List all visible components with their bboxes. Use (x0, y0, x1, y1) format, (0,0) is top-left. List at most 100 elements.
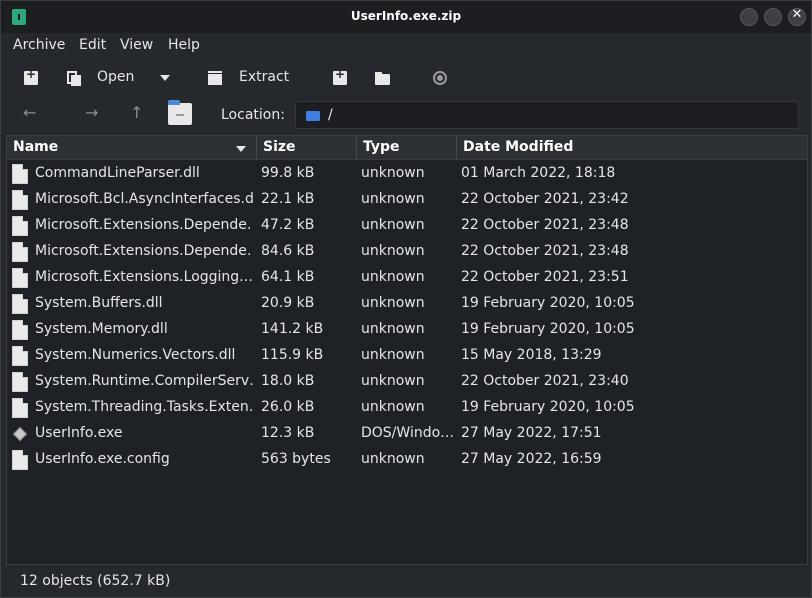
file-date: 22 October 2021, 23:42 (461, 191, 629, 207)
add-folder-shape (375, 74, 390, 85)
file-icon (12, 346, 28, 366)
file-row[interactable]: Microsoft.Extensions.Depende… 84.6 kB unkn… (7, 239, 807, 265)
toolbar: Open Extract (1, 61, 811, 95)
file-type: unknown (361, 269, 425, 285)
file-type: unknown (361, 399, 425, 415)
file-date: 27 May 2022, 17:51 (461, 425, 602, 441)
open-button[interactable] (67, 71, 81, 86)
add-folder-tab (375, 72, 382, 75)
new-archive-button[interactable] (24, 67, 38, 85)
file-icon (12, 294, 28, 314)
file-row[interactable]: CommandLineParser.dll 99.8 kB unknown 01 Ma… (7, 161, 807, 187)
sort-down-icon (236, 146, 246, 152)
file-icon (12, 164, 28, 184)
file-type: unknown (361, 243, 425, 259)
file-row[interactable]: Microsoft.Extensions.Logging.… 64.1 kB unk… (7, 265, 807, 291)
file-size: 47.2 kB (261, 217, 315, 233)
file-list[interactable]: Name Size Type Date Modified CommandLine… (6, 135, 808, 565)
file-date: 22 October 2021, 23:51 (461, 269, 629, 285)
file-name: Microsoft.Extensions.Depende… (35, 243, 253, 259)
extract-box (208, 74, 222, 85)
add-folder-icon[interactable] (375, 71, 390, 85)
file-date: 19 February 2020, 10:05 (461, 399, 635, 415)
file-date: 15 May 2018, 13:29 (461, 347, 602, 363)
file-row[interactable]: System.Numerics.Vectors.dll 115.9 kB unkno… (7, 343, 807, 369)
location-path: / (328, 107, 333, 123)
file-size: 26.0 kB (261, 399, 315, 415)
file-icon (12, 398, 28, 418)
stop-icon[interactable] (433, 71, 447, 85)
file-name: UserInfo.exe.config (35, 451, 170, 467)
file-row[interactable]: Microsoft.Bcl.AsyncInterfaces.dll 22.1 kB… (7, 187, 807, 213)
column-header-date[interactable]: Date Modified (457, 136, 807, 160)
maximize-button[interactable] (764, 8, 782, 26)
file-size: 22.1 kB (261, 191, 315, 207)
close-button[interactable]: ✕ (788, 7, 806, 26)
file-type: unknown (361, 321, 425, 337)
location-label: Location: (221, 107, 285, 123)
file-name: System.Numerics.Vectors.dll (35, 347, 236, 363)
file-date: 27 May 2022, 16:59 (461, 451, 602, 467)
add-files-icon[interactable] (333, 67, 347, 85)
file-row[interactable]: UserInfo.exe.config 563 bytes unknown 27 Ma… (7, 447, 807, 473)
file-size: 64.1 kB (261, 269, 315, 285)
file-row[interactable]: System.Buffers.dll 20.9 kB unknown 19 Febru… (7, 291, 807, 317)
file-row[interactable]: Microsoft.Extensions.Depende… 47.2 kB unkn… (7, 213, 807, 239)
column-header-name[interactable]: Name (7, 136, 257, 160)
up-arrow-icon[interactable]: ↑ (130, 103, 143, 122)
minimize-button[interactable] (740, 8, 758, 26)
column-header-row: Name Size Type Date Modified (7, 136, 807, 160)
file-date: 22 October 2021, 23:48 (461, 217, 629, 233)
file-type: unknown (361, 451, 425, 467)
extract-icon[interactable] (208, 71, 222, 85)
column-header-type[interactable]: Type (357, 136, 457, 160)
menu-bar: Archive Edit View Help (1, 33, 811, 59)
location-field[interactable]: / (295, 101, 799, 129)
file-icon (12, 190, 28, 210)
file-row[interactable]: System.Runtime.CompilerServ… 18.0 kB unkno… (7, 369, 807, 395)
file-name: UserInfo.exe (35, 425, 123, 441)
forward-arrow-icon[interactable]: → (85, 103, 98, 122)
location-bar: ← → ↑ Location: / (1, 97, 811, 133)
file-name: System.Runtime.CompilerServ… (35, 373, 253, 389)
open-label[interactable]: Open (97, 69, 134, 85)
back-arrow-icon[interactable]: ← (23, 103, 36, 122)
file-date: 22 October 2021, 23:48 (461, 243, 629, 259)
file-type: unknown (361, 217, 425, 233)
menu-archive[interactable]: Archive (13, 37, 65, 53)
file-row[interactable]: UserInfo.exe 12.3 kB DOS/Windo… 27 May 2022… (7, 421, 807, 447)
file-date: 22 October 2021, 23:40 (461, 373, 629, 389)
menu-edit[interactable]: Edit (79, 37, 106, 53)
menu-help[interactable]: Help (168, 37, 200, 53)
file-name: System.Memory.dll (35, 321, 168, 337)
file-icon (12, 216, 28, 236)
executable-diamond (12, 426, 28, 442)
close-icon: ✕ (791, 7, 803, 22)
file-icon (12, 372, 28, 392)
file-type: unknown (361, 295, 425, 311)
file-size: 563 bytes (261, 451, 331, 467)
file-icon (12, 450, 28, 470)
file-icon (12, 320, 28, 340)
file-size: 18.0 kB (261, 373, 315, 389)
home-folder-icon[interactable] (168, 100, 192, 125)
file-size: 141.2 kB (261, 321, 324, 337)
status-text: 12 objects (652.7 kB) (20, 573, 171, 589)
file-name: Microsoft.Extensions.Logging.… (35, 269, 253, 285)
menu-view[interactable]: View (120, 37, 153, 53)
file-row[interactable]: System.Memory.dll 141.2 kB unknown 19 Febru… (7, 317, 807, 343)
status-bar: 12 objects (652.7 kB) (1, 567, 811, 597)
file-size: 99.8 kB (261, 165, 315, 181)
file-date: 01 March 2022, 18:18 (461, 165, 616, 181)
column-header-name-label: Name (13, 139, 59, 155)
file-name: Microsoft.Bcl.AsyncInterfaces.dll (35, 191, 253, 207)
open-dropdown-icon[interactable] (160, 75, 170, 81)
folder-icon (306, 111, 320, 121)
extract-button[interactable]: Extract (239, 69, 289, 85)
file-row[interactable]: System.Threading.Tasks.Exten… 26.0 kB unkn… (7, 395, 807, 421)
window-title: UserInfo.exe.zip (350, 9, 462, 23)
file-date: 19 February 2020, 10:05 (461, 321, 635, 337)
file-size: 115.9 kB (261, 347, 324, 363)
column-header-size[interactable]: Size (257, 136, 357, 160)
file-type: unknown (361, 191, 425, 207)
